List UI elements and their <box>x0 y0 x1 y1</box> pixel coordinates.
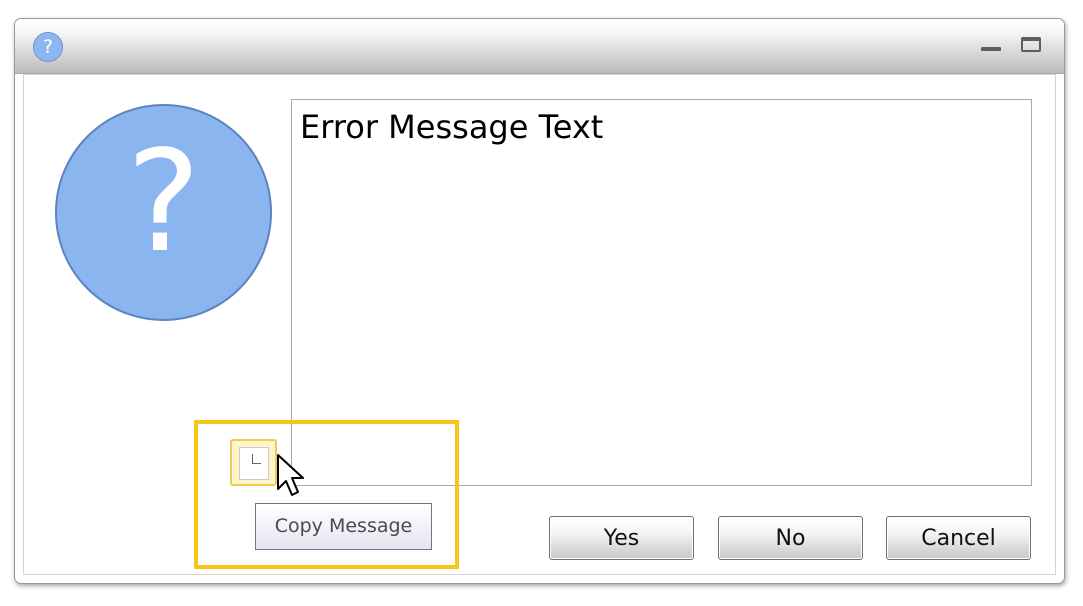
title-bar[interactable]: ? <box>15 19 1064 74</box>
minimize-icon[interactable] <box>980 37 1002 53</box>
cancel-button[interactable]: Cancel <box>886 516 1031 560</box>
no-button[interactable]: No <box>718 516 863 560</box>
page-icon <box>239 447 269 480</box>
question-icon: ? <box>33 32 63 62</box>
question-mark-icon: ? <box>55 104 272 321</box>
copy-message-tooltip: Copy Message <box>255 503 432 550</box>
copy-icon[interactable] <box>230 439 277 486</box>
dialog-window: ? ? Error Message Text Yes No Cancel <box>14 18 1065 584</box>
yes-button[interactable]: Yes <box>549 516 694 560</box>
maximize-icon[interactable] <box>1021 37 1041 52</box>
message-text: Error Message Text <box>300 108 604 146</box>
cursor-icon <box>277 454 304 496</box>
question-glyph: ? <box>126 121 201 284</box>
